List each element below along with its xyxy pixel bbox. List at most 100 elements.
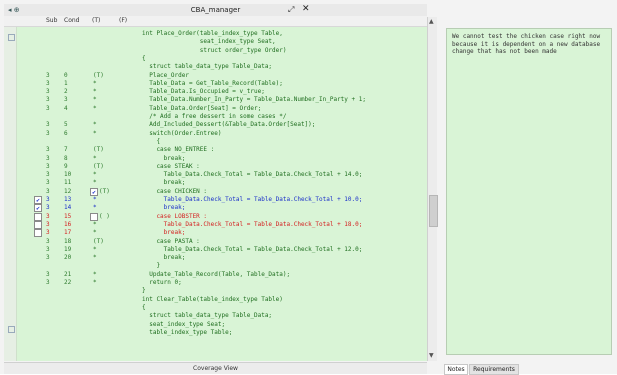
source-code: break; [142, 204, 186, 212]
code-line[interactable]: 3 12 ✔ (T) case CHICKEN : [4, 187, 427, 196]
subprogram-number: 3 [46, 196, 50, 203]
branch-marker: * [93, 154, 97, 162]
code-line[interactable]: ✔ 3 13 * Table_Data.Check_Total = Table_Dat… [4, 196, 427, 204]
branch-checkbox[interactable]: ✔ [90, 187, 98, 196]
notes-text[interactable]: We cannot test the chicken case right no… [452, 33, 607, 56]
branch-marker: * [93, 254, 97, 262]
condition-number: 18 [64, 237, 72, 245]
code-line[interactable]: int Place_Order(table_index_type Table, [4, 30, 427, 38]
vertical-scrollbar[interactable]: ▲ ▼ [427, 17, 438, 361]
source-code: case NO_ENTREE : [142, 146, 215, 154]
code-coverage-pane[interactable]: int Place_Order(table_index_type Table, … [4, 27, 427, 361]
source-code: return 0; [142, 279, 182, 286]
branch-marker: (T) [93, 237, 104, 245]
source-code: break; [142, 154, 186, 162]
code-line[interactable]: 3 2 * Table_Data.Is_Occupied = v_true; [4, 88, 427, 96]
code-line[interactable]: 3 3 * Table_Data.Number_In_Party = Table_D… [4, 96, 427, 104]
subprogram-number: 3 [46, 171, 50, 179]
code-line[interactable]: 3 22 * return 0; [4, 279, 427, 287]
code-line[interactable]: 3 17 * break; [4, 229, 427, 238]
code-line[interactable]: 3 9 (T) case STEAK : [4, 163, 427, 171]
code-line[interactable]: 3 18 (T) case PASTA : [4, 238, 427, 246]
subprogram-number: 3 [46, 71, 50, 79]
condition-number: 9 [64, 162, 68, 170]
scroll-up-icon[interactable]: ▲ [429, 18, 434, 26]
branch-marker: * [93, 179, 97, 187]
col-false[interactable]: (F) [119, 17, 127, 25]
subprogram-number: 3 [46, 121, 50, 129]
code-line[interactable]: seat_index_type Seat; [4, 321, 427, 329]
subprogram-number: 3 [46, 146, 50, 154]
condition-number: 0 [64, 71, 68, 79]
condition-number: 7 [64, 146, 68, 154]
code-line[interactable]: 3 6 * switch(Order.Entree) [4, 130, 427, 138]
code-line[interactable]: /* Add a free dessert in some cases */ [4, 113, 427, 121]
source-code: int Place_Order(table_index_type Table, [142, 30, 283, 37]
coverage-checkbox[interactable]: ✔ [34, 196, 42, 204]
scroll-down-icon[interactable]: ▼ [429, 352, 434, 360]
source-code: Table_Data = Get_Table_Record(Table); [142, 79, 283, 87]
code-line[interactable]: { [4, 304, 427, 312]
condition-number: 8 [64, 154, 68, 162]
subprogram-number: 3 [46, 229, 50, 237]
code-line[interactable]: 3 19 * Table_Data.Check_Total = Table_Data… [4, 246, 427, 254]
code-line[interactable]: struct table_data_type Table_Data; [4, 63, 427, 71]
col-sub[interactable]: Sub [46, 17, 57, 25]
coverage-view-tab[interactable]: Coverage View [4, 362, 427, 374]
code-line[interactable]: ✔ 3 14 * break; [4, 204, 427, 213]
code-line[interactable]: table_index_type Table; [4, 329, 427, 337]
code-line[interactable]: 3 20 * break; [4, 254, 427, 262]
source-code: Add_Included_Dessert(&Table_Data.Order[S… [142, 121, 316, 129]
code-line[interactable]: { [4, 55, 427, 63]
tab-requirements[interactable]: Requirements [469, 364, 519, 375]
code-line[interactable]: 3 8 * break; [4, 155, 427, 163]
branch-marker: * [93, 279, 97, 286]
code-line[interactable]: 3 10 * Table_Data.Check_Total = Table_Data… [4, 171, 427, 179]
coverage-checkbox[interactable] [34, 220, 42, 229]
code-line[interactable]: struct order_type Order) [4, 47, 427, 55]
subprogram-number: 3 [46, 212, 50, 220]
source-code: Table_Data.Order[Seat] = Order; [142, 104, 262, 112]
source-code: case CHICKEN : [142, 187, 208, 195]
branch-marker: * [93, 121, 97, 129]
coverage-checkbox[interactable]: ✔ [34, 204, 42, 213]
code-line[interactable]: int Clear_Table(table_index_type Table) [4, 296, 427, 304]
subprogram-number: 3 [46, 270, 50, 278]
code-line[interactable]: 3 11 * break; [4, 179, 427, 187]
code-line[interactable]: 3 5 * Add_Included_Dessert(&Table_Data.Ord… [4, 121, 427, 129]
code-line[interactable]: 3 15 ( ) case LOBSTER : [4, 212, 427, 221]
code-line[interactable]: struct table_data_type Table_Data; [4, 312, 427, 320]
notes-panel[interactable]: We cannot test the chicken case right no… [446, 28, 612, 355]
condition-number: 17 [64, 229, 72, 237]
col-true[interactable]: (T) [92, 17, 100, 25]
condition-number: 14 [64, 204, 72, 212]
col-cond[interactable]: Cond [64, 17, 79, 25]
branch-marker: * [93, 196, 97, 203]
close-icon[interactable]: ✕ [302, 4, 310, 15]
coverage-checkbox[interactable] [34, 212, 42, 221]
condition-number: 10 [64, 171, 72, 179]
code-line[interactable]: 3 16 * Table_Data.Check_Total = Table_Data… [4, 220, 427, 229]
code-line[interactable]: 3 7 (T) case NO_ENTREE : [4, 146, 427, 154]
source-code: Update_Table_Record(Table, Table_Data); [142, 270, 291, 278]
condition-number: 3 [64, 96, 68, 104]
tab-notes[interactable]: Notes [444, 364, 468, 375]
code-line[interactable]: seat_index_type Seat, [4, 38, 427, 46]
coverage-checkbox[interactable] [34, 229, 42, 238]
scroll-thumb[interactable] [429, 195, 438, 227]
condition-number: 20 [64, 254, 72, 262]
code-line[interactable]: 3 21 * Update_Table_Record(Table, Table_Da… [4, 271, 427, 279]
subprogram-number: 3 [46, 154, 50, 162]
source-code: { [142, 303, 146, 311]
branch-marker: (T) [93, 146, 104, 154]
code-line[interactable]: } [4, 287, 427, 295]
pin-icon[interactable]: ⤢ [288, 4, 294, 15]
code-line[interactable]: 3 4 * Table_Data.Order[Seat] = Order; [4, 105, 427, 113]
code-line[interactable]: } [4, 262, 427, 270]
code-line[interactable]: 3 1 * Table_Data = Get_Table_Record(Table)… [4, 80, 427, 88]
condition-number: 16 [64, 220, 72, 228]
code-line[interactable]: 3 0 (T) Place_Order [4, 72, 427, 80]
code-line[interactable]: { [4, 138, 427, 146]
branch-checkbox[interactable] [90, 212, 98, 221]
source-code: Table_Data.Is_Occupied = v_true; [142, 88, 265, 96]
